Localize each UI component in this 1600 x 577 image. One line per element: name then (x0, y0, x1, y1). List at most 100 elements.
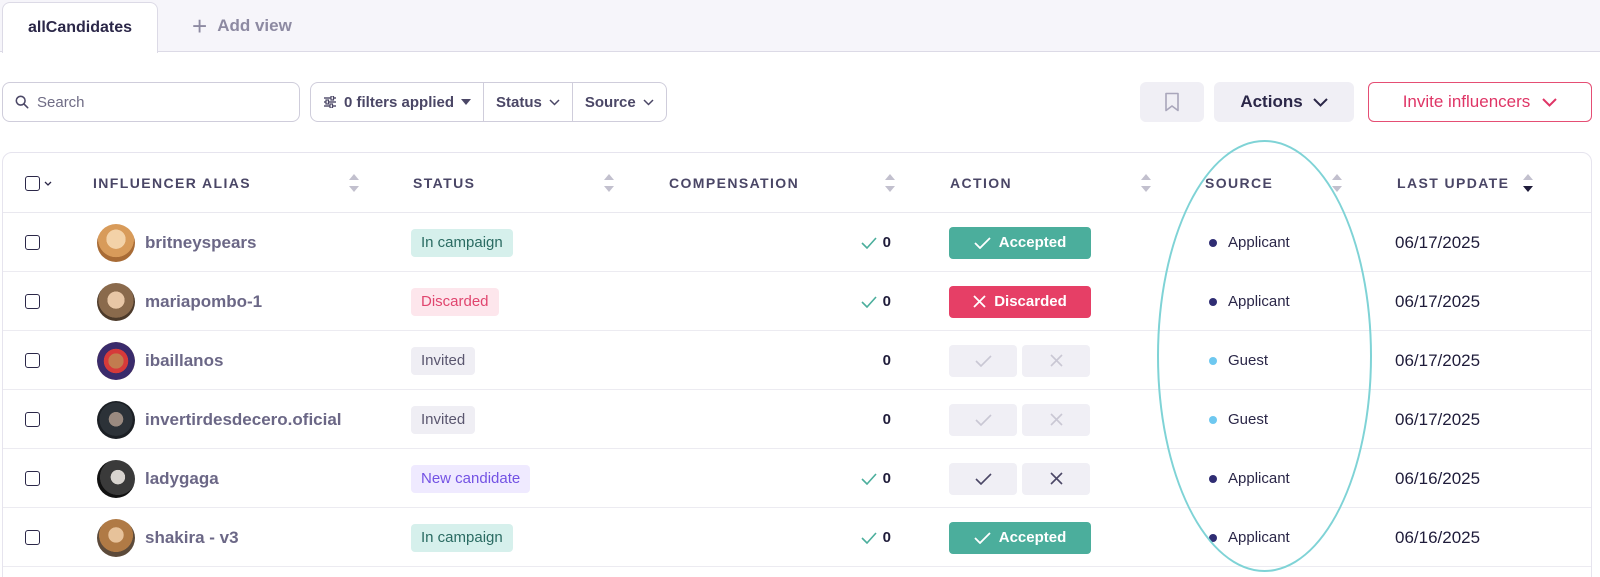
status-badge: In campaign (411, 523, 513, 552)
compensation-value: 0 (882, 352, 891, 369)
table-row[interactable]: ibaillanos Invited 0 Guest 06/17/2025 (3, 331, 1591, 390)
influencer-alias-link[interactable]: shakira - v3 (145, 528, 239, 548)
select-all-control[interactable] (25, 153, 52, 213)
bookmark-icon (1165, 92, 1179, 112)
table-header: INFLUENCER ALIAS STATUS COMPENSATION ACT… (3, 153, 1591, 213)
row-checkbox[interactable] (25, 353, 40, 368)
discard-button[interactable] (1022, 344, 1090, 377)
avatar (97, 518, 135, 557)
status-badge: Invited (411, 405, 476, 434)
influencer-alias-link[interactable]: mariapombo-1 (145, 292, 262, 312)
status-badge: New candidate (411, 464, 531, 493)
compensation-value: 0 (882, 470, 891, 487)
status-filter-dropdown[interactable]: Status (484, 83, 573, 121)
discarded-button[interactable]: Discarded (949, 285, 1091, 318)
avatar (97, 223, 135, 262)
check-icon (974, 413, 992, 426)
last-update-date: 06/17/2025 (1395, 291, 1481, 311)
source-filter-dropdown[interactable]: Source (573, 83, 666, 121)
chevron-down-icon (643, 98, 654, 106)
sort-icon[interactable] (883, 171, 897, 195)
source-dot (1209, 238, 1217, 247)
table-row[interactable]: invertirdesdecero.oficial Invited 0 Gues… (3, 390, 1591, 449)
chevron-down-icon (1312, 97, 1328, 107)
source-label: Applicant (1228, 529, 1290, 546)
check-icon (974, 354, 992, 367)
search-box[interactable] (2, 82, 300, 122)
source-dot (1209, 356, 1217, 365)
filter-group: 0 filters applied Status Source (310, 82, 667, 122)
accept-button[interactable] (949, 344, 1017, 377)
header-status: STATUS (413, 175, 476, 191)
add-view-button[interactable]: + Add view (192, 11, 292, 41)
accept-button[interactable] (949, 403, 1017, 436)
filters-applied-label: 0 filters applied (344, 93, 455, 111)
header-influencer-alias: INFLUENCER ALIAS (93, 175, 251, 191)
actions-dropdown-button[interactable]: Actions (1214, 82, 1354, 122)
last-update-date: 06/16/2025 (1395, 468, 1481, 488)
row-checkbox[interactable] (25, 530, 40, 545)
last-update-date: 06/17/2025 (1395, 350, 1481, 370)
row-checkbox[interactable] (25, 294, 40, 309)
header-source: SOURCE (1205, 175, 1274, 191)
bookmark-button[interactable] (1140, 82, 1204, 122)
discard-button[interactable] (1022, 462, 1090, 495)
header-last-update: LAST UPDATE (1397, 175, 1510, 191)
row-checkbox[interactable] (25, 412, 40, 427)
check-icon (861, 472, 877, 485)
influencer-alias-link[interactable]: invertirdesdecero.oficial (145, 410, 342, 430)
chevron-down-icon (1542, 97, 1557, 107)
header-compensation: COMPENSATION (669, 175, 800, 191)
candidates-table: INFLUENCER ALIAS STATUS COMPENSATION ACT… (2, 152, 1592, 577)
table-row[interactable]: shakira - v3 In campaign 0 Accepted Appl… (3, 508, 1591, 567)
influencer-alias-link[interactable]: ladygaga (145, 469, 219, 489)
table-row[interactable]: mariapombo-1 Discarded 0 Discarded Appli… (3, 272, 1591, 331)
status-badge: Invited (411, 346, 476, 375)
table-row[interactable]: ladygaga New candidate 0 Applicant 06/16… (3, 449, 1591, 508)
invite-influencers-button[interactable]: Invite influencers (1368, 82, 1592, 122)
check-icon (974, 472, 992, 485)
compensation-value: 0 (882, 293, 891, 310)
chevron-down-icon (549, 98, 560, 106)
sort-icon[interactable] (347, 171, 361, 195)
influencer-alias-link[interactable]: ibaillanos (145, 351, 223, 371)
table-row[interactable]: britneyspears In campaign 0 Accepted App… (3, 213, 1591, 272)
source-label: Guest (1228, 352, 1269, 369)
filters-dropdown[interactable]: 0 filters applied (311, 83, 485, 121)
header-action: ACTION (950, 175, 1013, 191)
accepted-button[interactable]: Accepted (949, 226, 1091, 259)
close-icon (1049, 413, 1063, 426)
action-label: Accepted (998, 529, 1067, 546)
source-label: Applicant (1228, 293, 1290, 310)
last-update-date: 06/17/2025 (1395, 232, 1481, 252)
sort-icon[interactable] (1330, 171, 1344, 195)
sort-icon[interactable] (602, 171, 616, 195)
actions-label: Actions (1240, 92, 1303, 111)
discard-button[interactable] (1022, 403, 1090, 436)
last-update-date: 06/16/2025 (1395, 527, 1481, 547)
influencer-alias-link[interactable]: britneyspears (145, 233, 257, 253)
source-dot (1209, 415, 1217, 424)
compensation-value: 0 (882, 234, 891, 251)
sort-icon[interactable] (1139, 171, 1153, 195)
source-label: Applicant (1228, 470, 1290, 487)
row-checkbox[interactable] (25, 235, 40, 250)
plus-icon: + (192, 11, 208, 41)
tab-all-candidates[interactable]: allCandidates (2, 2, 158, 53)
source-dot (1209, 297, 1217, 306)
accept-button[interactable] (949, 462, 1017, 495)
invite-label: Invite influencers (1402, 92, 1531, 111)
select-all-checkbox[interactable] (25, 175, 40, 191)
check-icon (861, 236, 877, 249)
status-badge: Discarded (411, 287, 499, 316)
search-input[interactable] (37, 93, 277, 111)
caret-down-icon (461, 99, 472, 105)
sort-icon-active[interactable] (1521, 171, 1535, 195)
accepted-button[interactable]: Accepted (949, 521, 1091, 554)
sliders-icon (324, 96, 336, 108)
add-view-label: Add view (217, 16, 292, 35)
row-checkbox[interactable] (25, 471, 40, 486)
check-icon (861, 295, 877, 308)
check-icon (974, 236, 991, 249)
chevron-down-icon (44, 181, 52, 186)
